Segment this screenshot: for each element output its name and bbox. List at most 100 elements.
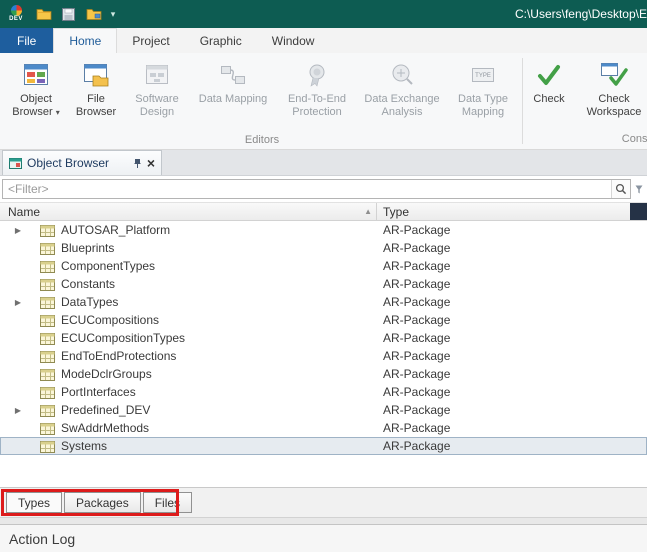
button-label: Object Browser	[12, 93, 53, 118]
save-button[interactable]	[56, 2, 81, 26]
table-row[interactable]: ECUCompositionTypes AR-Package	[0, 329, 647, 347]
package-icon	[40, 260, 55, 273]
expand-arrow-icon[interactable]: ▶	[13, 298, 23, 307]
tab-graphic[interactable]: Graphic	[185, 28, 257, 53]
document-tab-object-browser[interactable]: Object Browser ×	[2, 150, 162, 175]
package-icon	[40, 368, 55, 381]
tab-files[interactable]: Files	[142, 492, 193, 513]
action-log-title: Action Log	[9, 530, 76, 547]
tab-home[interactable]: Home	[53, 28, 118, 53]
tab-file[interactable]: File	[0, 28, 54, 53]
ribbon-tab-bar: File Home Project Graphic Window	[0, 28, 647, 53]
data-exchange-analysis-button: Data Exchange Analysis	[359, 56, 445, 119]
filter-options-button[interactable]	[633, 179, 645, 199]
tab-types[interactable]: Types	[6, 492, 63, 513]
column-options-button[interactable]	[630, 203, 647, 220]
package-icon	[40, 278, 55, 291]
save-icon	[62, 7, 75, 21]
window-title-path: C:\Users\feng\Desktop\E	[514, 7, 647, 21]
search-button[interactable]	[611, 180, 630, 198]
row-name: ComponentTypes	[61, 259, 156, 273]
button-label: Software Design	[135, 93, 179, 118]
quick-access-dropdown-icon[interactable]: ▾	[106, 9, 120, 20]
package-icon	[40, 332, 55, 345]
funnel-icon	[635, 185, 643, 193]
package-icon	[40, 296, 55, 309]
file-browser-button[interactable]: File Browser	[69, 56, 123, 119]
row-type: AR-Package	[383, 277, 451, 291]
tab-window[interactable]: Window	[257, 28, 330, 53]
button-label: Check	[533, 93, 565, 105]
action-log-panel-header[interactable]: Action Log	[0, 524, 647, 552]
application-window: DEV ▾ C:\Users\feng\Desktop\E File Home …	[0, 0, 647, 552]
button-label: Data Type Mapping	[458, 93, 508, 118]
row-name: Constants	[61, 277, 116, 291]
object-browser-button[interactable]: Object Browser ▾	[5, 56, 67, 119]
file-browser-icon	[80, 59, 112, 91]
table-row[interactable]: SwAddrMethods AR-Package	[0, 419, 647, 437]
filter-input[interactable]	[3, 180, 611, 198]
table-header: Name ▲ Type	[0, 202, 647, 221]
ribbon-group-label-consistency: Consister	[621, 133, 647, 145]
table-row[interactable]: PortInterfaces AR-Package	[0, 383, 647, 401]
row-type: AR-Package	[383, 421, 451, 435]
data-type-mapping-icon: TYPE	[467, 59, 499, 91]
table-row[interactable]: Constants AR-Package	[0, 275, 647, 293]
column-name-label: Name	[8, 204, 41, 219]
table-row[interactable]: ComponentTypes AR-Package	[0, 257, 647, 275]
table-row[interactable]: EndToEndProtections AR-Package	[0, 347, 647, 365]
pin-icon[interactable]	[133, 158, 142, 169]
dropdown-arrow-icon: ▾	[55, 108, 60, 117]
table-row[interactable]: Blueprints AR-Package	[0, 239, 647, 257]
bottom-tab-strip: Types Packages Files	[0, 487, 647, 517]
table-row[interactable]: ModeDclrGroups AR-Package	[0, 365, 647, 383]
row-type: AR-Package	[383, 439, 451, 453]
sort-ascending-icon: ▲	[364, 207, 372, 216]
check-icon	[533, 59, 565, 91]
svg-text:TYPE: TYPE	[475, 73, 491, 79]
data-mapping-button: Data Mapping	[191, 56, 275, 106]
check-button[interactable]: Check	[526, 56, 572, 106]
open-workspace-button[interactable]	[81, 2, 106, 26]
package-icon	[40, 404, 55, 417]
button-label: Data Exchange Analysis	[364, 93, 440, 118]
row-name: Systems	[61, 439, 108, 453]
end-to-end-protection-icon	[301, 59, 333, 91]
check-workspace-icon	[598, 59, 630, 91]
row-type: AR-Package	[383, 223, 451, 237]
row-type: AR-Package	[383, 241, 451, 255]
table-row[interactable]: Systems AR-Package	[0, 437, 647, 455]
table-row[interactable]: ECUCompositions AR-Package	[0, 311, 647, 329]
object-browser-tab-icon	[9, 157, 22, 169]
tab-project[interactable]: Project	[117, 28, 184, 53]
data-mapping-icon	[217, 59, 249, 91]
ribbon-group-separator	[522, 58, 523, 144]
table-row[interactable]: ▶ DataTypes AR-Package	[0, 293, 647, 311]
row-name: Predefined_DEV	[61, 403, 151, 417]
package-icon	[40, 350, 55, 363]
table-row[interactable]: ▶ Predefined_DEV AR-Package	[0, 401, 647, 419]
row-name: SwAddrMethods	[61, 421, 150, 435]
expand-arrow-icon[interactable]: ▶	[13, 226, 23, 235]
titlebar: DEV ▾ C:\Users\feng\Desktop\E	[0, 0, 647, 28]
column-header-type[interactable]: Type	[377, 203, 630, 220]
button-label: Data Mapping	[198, 93, 268, 105]
search-icon	[615, 183, 627, 195]
expand-arrow-icon[interactable]: ▶	[13, 406, 23, 415]
row-type: AR-Package	[383, 259, 451, 273]
open-folder-button[interactable]	[31, 2, 56, 26]
tab-packages[interactable]: Packages	[64, 492, 141, 513]
data-type-mapping-button: TYPE Data Type Mapping	[447, 56, 519, 119]
close-tab-icon[interactable]: ×	[147, 156, 155, 170]
package-icon	[40, 242, 55, 255]
app-logo-icon: DEV	[3, 1, 29, 27]
panel-splitter[interactable]	[0, 517, 647, 524]
software-design-button: Software Design	[125, 56, 189, 119]
object-browser-grid: Name ▲ Type ▶ AUTOSAR_Platform AR-Package B…	[0, 202, 647, 487]
table-row[interactable]: ▶ AUTOSAR_Platform AR-Package	[0, 221, 647, 239]
row-type: AR-Package	[383, 295, 451, 309]
document-tab-title: Object Browser	[27, 156, 110, 170]
column-header-name[interactable]: Name ▲	[0, 203, 377, 220]
check-workspace-button[interactable]: Check Workspace	[574, 56, 647, 119]
filter-bar	[0, 176, 647, 202]
